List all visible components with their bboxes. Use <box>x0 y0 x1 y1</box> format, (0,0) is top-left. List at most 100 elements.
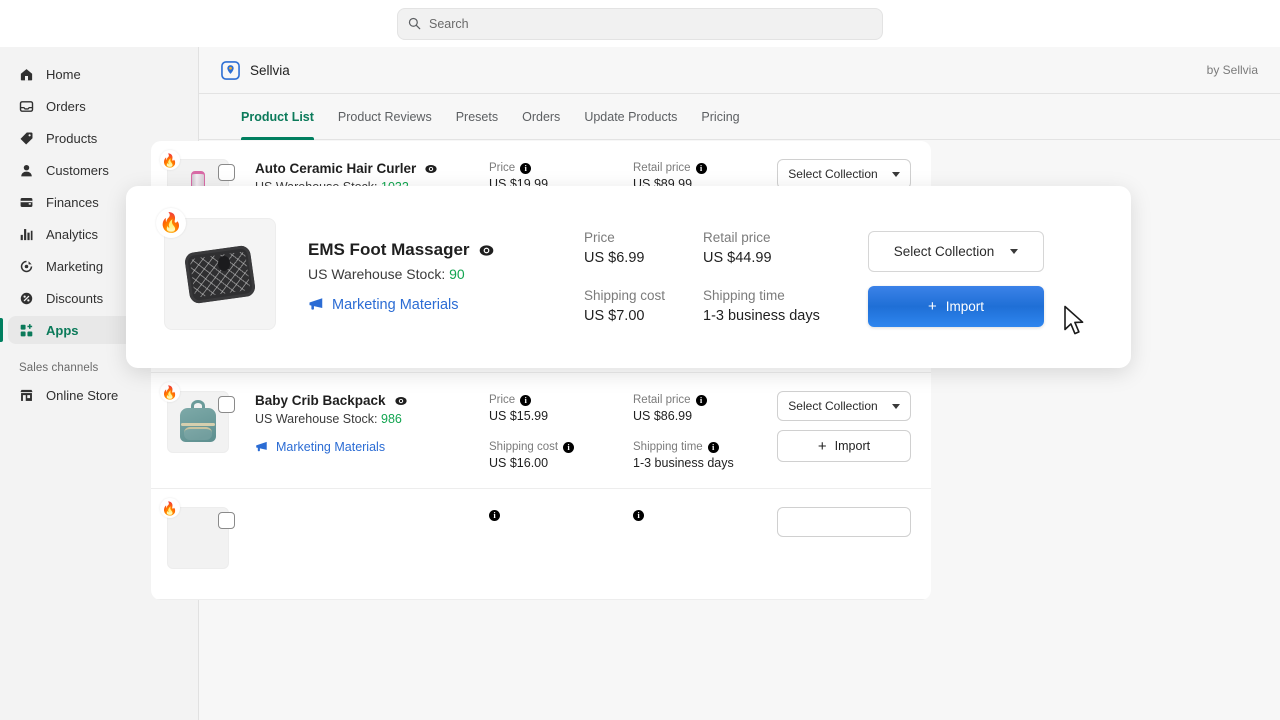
orders-icon <box>19 99 34 114</box>
tab-product-list[interactable]: Product List <box>221 94 326 139</box>
info-icon[interactable]: i <box>563 442 574 453</box>
product-select-checkbox[interactable] <box>218 396 235 413</box>
analytics-bars-icon <box>19 227 34 242</box>
sidebar-item-label: Analytics <box>46 227 98 242</box>
tab-orders[interactable]: Orders <box>510 94 572 139</box>
megaphone-icon <box>308 296 325 313</box>
eye-preview-icon[interactable] <box>394 394 408 408</box>
top-search-bar: Search <box>0 0 1280 47</box>
metric-value: US $7.00 <box>584 308 703 324</box>
metric-label: Price <box>489 394 515 406</box>
flame-hot-badge: 🔥 <box>156 208 186 238</box>
sidebar-item-label: Orders <box>46 99 86 114</box>
sidebar-item-home[interactable]: Home <box>8 60 190 88</box>
select-collection-dropdown[interactable]: Select Collection <box>777 391 911 421</box>
plus-icon: + <box>928 299 937 314</box>
sidebar-item-label: Apps <box>46 323 79 338</box>
metric-retail-price: i <box>633 510 777 521</box>
apps-grid-icon <box>19 323 34 338</box>
app-brand: Sellvia <box>221 61 290 80</box>
marketing-materials-label: Marketing Materials <box>276 440 385 454</box>
tab-label: Product Reviews <box>338 110 432 124</box>
chevron-down-icon <box>892 404 900 409</box>
import-button[interactable]: + Import <box>868 286 1044 327</box>
select-collection-label: Select Collection <box>894 244 995 259</box>
stock-label: US Warehouse Stock: <box>255 412 378 426</box>
search-input[interactable]: Search <box>397 8 883 40</box>
embedded-app-header: Sellvia by Sellvia <box>199 47 1280 94</box>
tab-label: Product List <box>241 110 314 124</box>
info-icon[interactable]: i <box>696 163 707 174</box>
stock-value: 90 <box>449 266 465 282</box>
product-metrics: Pricei US $15.99 Retail pricei US $86.99… <box>489 391 777 470</box>
sidebar-channel-label: Online Store <box>46 388 118 403</box>
tab-label: Pricing <box>701 110 739 124</box>
search-icon <box>408 17 421 30</box>
info-icon[interactable]: i <box>633 510 644 521</box>
metric-value: US $15.99 <box>489 409 633 423</box>
info-icon[interactable]: i <box>520 163 531 174</box>
product-select-checkbox[interactable] <box>218 164 235 181</box>
featured-product-card: 🔥 EMS Foot Massager US Warehouse Stock: … <box>126 186 1131 368</box>
select-collection-dropdown[interactable] <box>777 507 911 537</box>
ems-foot-massager-art <box>165 219 275 329</box>
select-collection-dropdown[interactable]: Select Collection <box>868 231 1044 272</box>
sidebar-item-label: Marketing <box>46 259 103 274</box>
app-byline: by Sellvia <box>1207 63 1258 77</box>
table-row[interactable]: 🔥 i i <box>151 489 931 600</box>
info-icon[interactable]: i <box>489 510 500 521</box>
plus-icon: + <box>818 439 827 454</box>
import-label: Import <box>946 299 984 314</box>
tab-update-products[interactable]: Update Products <box>572 94 689 139</box>
metric-label: Shipping time <box>703 288 785 303</box>
sidebar-item-label: Finances <box>46 195 99 210</box>
sidebar-item-label: Products <box>46 131 97 146</box>
product-stock: US Warehouse Stock: 986 <box>255 412 489 426</box>
flame-hot-badge: 🔥 <box>160 382 180 402</box>
search-placeholder: Search <box>429 17 469 31</box>
product-actions: Select Collection + Import <box>777 391 911 462</box>
metric-label: Retail price <box>633 394 691 406</box>
discounts-tag-icon <box>19 291 34 306</box>
product-name-row: Baby Crib Backpack <box>255 393 489 408</box>
select-collection-dropdown[interactable]: Select Collection <box>777 159 911 189</box>
product-thumbnail-wrap: 🔥 <box>167 507 239 569</box>
tab-label: Presets <box>456 110 498 124</box>
select-collection-label: Select Collection <box>788 399 877 413</box>
metric-label: Price <box>489 162 515 174</box>
import-label: Import <box>835 439 870 453</box>
metric-price: i <box>489 510 633 521</box>
metric-value: US $86.99 <box>633 409 777 423</box>
metric-value: 1-3 business days <box>633 456 777 470</box>
metric-value: US $16.00 <box>489 456 633 470</box>
sidebar-item-orders[interactable]: Orders <box>8 92 190 120</box>
product-name-row: Auto Ceramic Hair Curler <box>255 161 489 176</box>
product-info: Baby Crib Backpack US Warehouse Stock: 9… <box>255 391 489 459</box>
tab-label: Orders <box>522 110 560 124</box>
info-icon[interactable]: i <box>696 395 707 406</box>
product-metrics: i i <box>489 507 777 539</box>
import-button[interactable]: + Import <box>777 430 911 462</box>
metric-value: 1-3 business days <box>703 308 822 324</box>
metric-label: Shipping cost <box>584 288 665 303</box>
info-icon[interactable]: i <box>520 395 531 406</box>
featured-product-stock: US Warehouse Stock: 90 <box>308 266 580 282</box>
tab-product-reviews[interactable]: Product Reviews <box>326 94 444 139</box>
eye-preview-icon[interactable] <box>424 162 438 176</box>
tab-presets[interactable]: Presets <box>444 94 510 139</box>
metric-shipping-time: Shipping time i 1-3 business days <box>633 441 777 470</box>
metric-label: Shipping time <box>633 441 703 453</box>
tab-pricing[interactable]: Pricing <box>689 94 751 139</box>
marketing-target-icon <box>19 259 34 274</box>
flame-hot-badge: 🔥 <box>160 150 180 170</box>
marketing-materials-link[interactable]: Marketing Materials <box>255 440 385 454</box>
finances-wallet-icon <box>19 195 34 210</box>
product-select-checkbox[interactable] <box>218 512 235 529</box>
metric-value: US $6.99 <box>584 250 703 266</box>
marketing-materials-link[interactable]: Marketing Materials <box>308 296 459 313</box>
info-icon[interactable]: i <box>708 442 719 453</box>
metric-shipping-cost: Shipping cost US $7.00 <box>584 288 703 324</box>
table-row[interactable]: 🔥 Baby Crib Backpack US Ware <box>151 373 931 489</box>
eye-preview-icon[interactable] <box>478 242 495 259</box>
metric-retail-price: Retail price US $44.99 <box>703 230 822 266</box>
